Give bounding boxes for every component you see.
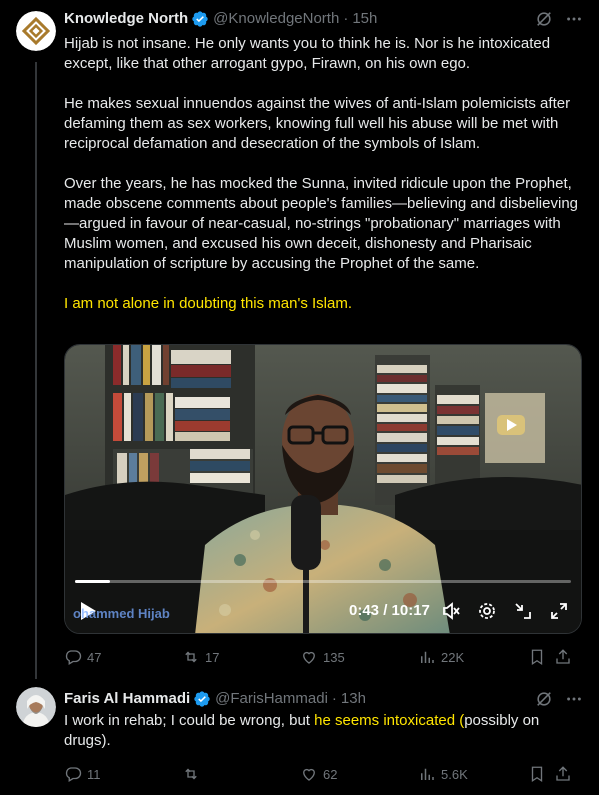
tweet-time[interactable]: 15h bbox=[352, 9, 377, 29]
share-button[interactable] bbox=[554, 765, 574, 783]
repost-icon bbox=[185, 768, 197, 780]
video-frame bbox=[65, 345, 581, 633]
like-icon bbox=[303, 651, 315, 664]
separator-dot: · bbox=[331, 690, 337, 707]
views-icon bbox=[421, 651, 434, 663]
bookmark-icon bbox=[531, 649, 543, 666]
avatar-faris-al-hammadi[interactable] bbox=[16, 687, 56, 727]
like-button[interactable]: 135 bbox=[300, 648, 418, 666]
reply-button[interactable]: 11 bbox=[64, 765, 182, 783]
repost-count: 17 bbox=[205, 649, 220, 665]
share-button[interactable] bbox=[554, 648, 574, 666]
tweet-action-bar: 47 17 135 22K bbox=[64, 647, 584, 667]
fullscreen-icon[interactable] bbox=[549, 601, 569, 621]
tweet-header: Knowledge North @KnowledgeNorth · 15h bbox=[64, 9, 583, 29]
tweet-time[interactable]: 13h bbox=[341, 689, 366, 709]
tweet-action-bar: 11 62 5.6K bbox=[64, 764, 584, 784]
text-before: I work in rehab; I could be wrong, but bbox=[64, 712, 315, 729]
reply-icon bbox=[65, 767, 82, 782]
video-progress-track[interactable] bbox=[75, 580, 571, 583]
verified-badge-icon bbox=[191, 10, 209, 28]
share-icon bbox=[556, 649, 570, 664]
tweet-text: Hijab is not insane. He only wants you t… bbox=[64, 34, 584, 314]
reply-icon bbox=[65, 650, 82, 665]
tweet-faris-al-hammadi[interactable]: Faris Al Hammadi @FarisHammadi · 13h I w… bbox=[0, 680, 599, 795]
reply-count: 11 bbox=[87, 766, 101, 782]
video-timecode: 0:43 / 10:17 bbox=[349, 602, 430, 619]
like-icon bbox=[303, 768, 315, 781]
highlighted-text: he seems intoxicated ( bbox=[314, 712, 465, 729]
video-progress-fill bbox=[75, 580, 110, 583]
tweet-text: I work in rehab; I could be wrong, but h… bbox=[64, 711, 584, 751]
avatar-knowledge-north[interactable] bbox=[16, 11, 56, 51]
author-handle[interactable]: @KnowledgeNorth bbox=[213, 9, 339, 29]
mute-icon[interactable] bbox=[441, 601, 461, 621]
minimize-icon[interactable] bbox=[513, 601, 533, 621]
author-name[interactable]: Faris Al Hammadi bbox=[64, 689, 190, 709]
bookmark-icon bbox=[531, 766, 543, 783]
paragraph-2: He makes sexual innuendos against the wi… bbox=[64, 95, 571, 152]
paragraph-1: Hijab is not insane. He only wants you t… bbox=[64, 35, 551, 72]
views-button[interactable]: 5.6K bbox=[418, 765, 528, 783]
views-count: 22K bbox=[441, 649, 465, 665]
video-player[interactable]: ohammed Hijab 0:43 / 10:17 bbox=[64, 344, 582, 634]
like-count: 135 bbox=[323, 649, 345, 665]
tweet-knowledge-north[interactable]: Knowledge North @KnowledgeNorth · 15h Hi… bbox=[0, 0, 599, 680]
views-button[interactable]: 22K bbox=[418, 648, 528, 666]
highlighted-line: I am not alone in doubting this man's Is… bbox=[64, 295, 353, 312]
thread-line bbox=[35, 62, 37, 679]
more-icon[interactable] bbox=[565, 10, 583, 28]
paragraph-3: Over the years, he has mocked the Sunna,… bbox=[64, 175, 578, 272]
views-icon bbox=[421, 768, 434, 780]
grok-icon[interactable] bbox=[535, 690, 553, 708]
author-name[interactable]: Knowledge North bbox=[64, 9, 188, 29]
like-button[interactable]: 62 bbox=[300, 765, 418, 783]
share-icon bbox=[556, 766, 570, 781]
repost-icon bbox=[185, 651, 197, 663]
author-handle[interactable]: @FarisHammadi bbox=[215, 689, 328, 709]
views-count: 5.6K bbox=[441, 766, 468, 782]
bookmark-button[interactable] bbox=[528, 648, 554, 666]
tweet-header: Faris Al Hammadi @FarisHammadi · 13h bbox=[64, 689, 583, 709]
bookmark-button[interactable] bbox=[528, 765, 554, 783]
repost-button[interactable] bbox=[182, 765, 300, 783]
reply-button[interactable]: 47 bbox=[64, 648, 182, 666]
settings-icon[interactable] bbox=[477, 601, 497, 621]
grok-icon[interactable] bbox=[535, 10, 553, 28]
reply-count: 47 bbox=[87, 649, 102, 665]
separator-dot: · bbox=[343, 10, 349, 27]
repost-button[interactable]: 17 bbox=[182, 648, 300, 666]
verified-badge-icon bbox=[193, 690, 211, 708]
more-icon[interactable] bbox=[565, 690, 583, 708]
video-watermark: ohammed Hijab bbox=[73, 606, 170, 621]
like-count: 62 bbox=[323, 766, 338, 782]
